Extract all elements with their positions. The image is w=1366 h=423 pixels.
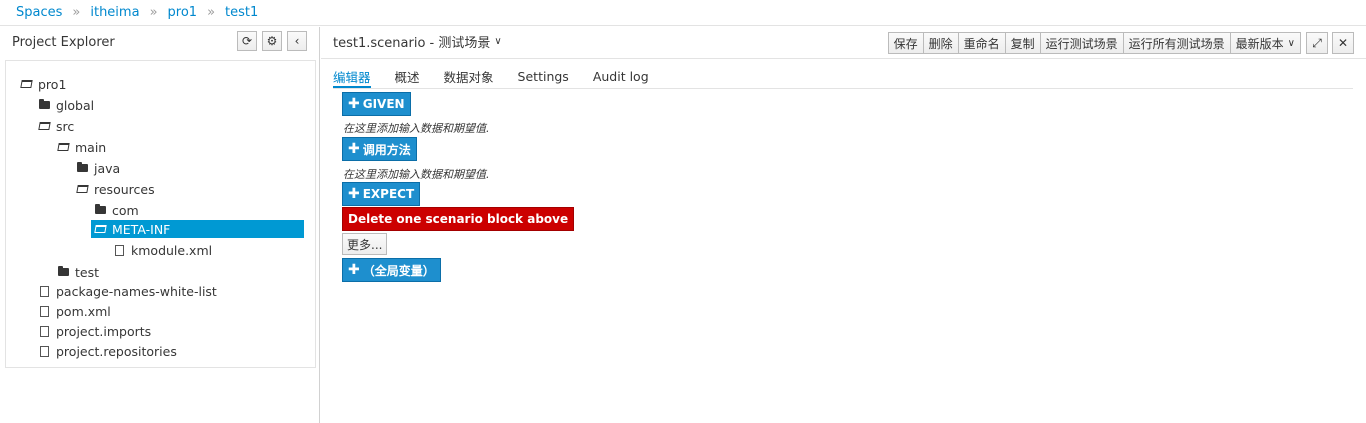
editor-tabs: 编辑器 概述 数据对象 Settings Audit log	[333, 64, 673, 88]
folder-open-icon	[37, 120, 51, 132]
file-icon	[38, 305, 50, 317]
close-button[interactable]: ✕	[1332, 32, 1354, 54]
tab-overview[interactable]: 概述	[395, 64, 420, 88]
add-call-method-button[interactable]: ✚ 调用方法	[342, 137, 417, 161]
breadcrumb: Spaces » itheima » pro1 » test1	[0, 0, 1366, 26]
collapse-button[interactable]: ‹	[287, 31, 307, 51]
run-scenario-button[interactable]: 运行测试场景	[1040, 32, 1124, 54]
more-button[interactable]: 更多...	[342, 233, 388, 255]
breadcrumb-itheima[interactable]: itheima	[90, 5, 139, 20]
tree-item[interactable]: project.imports	[38, 322, 151, 340]
close-icon: ✕	[1337, 36, 1349, 50]
save-button[interactable]: 保存	[887, 32, 924, 54]
file-icon	[113, 244, 125, 256]
maximize-button[interactable]: ⤢	[1306, 32, 1328, 54]
tree-item[interactable]: com	[94, 201, 139, 219]
tree-item[interactable]: pro1	[19, 75, 66, 93]
tree-item[interactable]: java	[76, 159, 120, 177]
file-icon	[38, 325, 50, 337]
add-given-button[interactable]: ✚ GIVEN	[342, 92, 411, 116]
copy-button[interactable]: 复制	[1005, 32, 1041, 54]
explorer-title: Project Explorer	[12, 34, 115, 50]
delete-scenario-block-button[interactable]: Delete one scenario block above	[342, 207, 575, 231]
call-method-hint: 在这里添加输入数据和期望值.	[343, 168, 490, 181]
editor-toolbar: 保存 删除 重命名 复制 运行测试场景 运行所有测试场景 最新版本 ∨ ⤢ ✕	[887, 32, 1354, 54]
given-hint: 在这里添加输入数据和期望值.	[343, 122, 490, 135]
tab-settings[interactable]: Settings	[518, 64, 569, 88]
tree-item[interactable]: resources	[75, 180, 155, 198]
tab-editor[interactable]: 编辑器	[333, 64, 371, 88]
folder-icon	[38, 99, 50, 111]
editor-panel: test1.scenario - 测试场景 ∨ 保存 删除 重命名 复制 运行测…	[321, 27, 1366, 423]
plus-icon: ✚	[348, 186, 360, 202]
add-expect-button[interactable]: ✚ EXPECT	[342, 182, 421, 206]
plus-icon: ✚	[348, 96, 360, 112]
breadcrumb-separator: »	[149, 5, 158, 20]
add-global-variables-button[interactable]: ✚ （全局变量）	[342, 258, 441, 282]
delete-button[interactable]: 删除	[923, 32, 959, 54]
latest-version-dropdown[interactable]: 最新版本 ∨	[1230, 32, 1301, 54]
plus-icon: ✚	[348, 141, 360, 157]
project-tree: pro1 global src main java resources com …	[5, 60, 316, 368]
tree-item[interactable]: kmodule.xml	[113, 241, 212, 259]
folder-open-icon	[19, 78, 33, 90]
breadcrumb-pro1[interactable]: pro1	[168, 5, 198, 20]
folder-open-icon	[75, 183, 89, 195]
editor-title[interactable]: test1.scenario - 测试场景 ∨	[333, 27, 502, 55]
tree-item[interactable]: package-names-white-list	[38, 282, 217, 300]
tree-item[interactable]: main	[56, 138, 106, 156]
divider	[333, 88, 1353, 89]
breadcrumb-separator: »	[72, 5, 81, 20]
project-explorer-panel: Project Explorer ⟳ ⚙ ‹ pro1 global src m…	[0, 27, 320, 423]
refresh-button[interactable]: ⟳	[237, 31, 257, 51]
breadcrumb-test1[interactable]: test1	[225, 5, 258, 20]
expand-icon: ⤢	[1312, 35, 1322, 50]
run-all-scenarios-button[interactable]: 运行所有测试场景	[1123, 32, 1231, 54]
settings-button[interactable]: ⚙	[262, 31, 282, 51]
tree-item[interactable]: project.repositories	[38, 342, 177, 360]
tree-item[interactable]: src	[37, 117, 74, 135]
divider	[321, 58, 1366, 59]
folder-icon	[94, 204, 106, 216]
gear-icon: ⚙	[266, 34, 278, 48]
rename-button[interactable]: 重命名	[958, 32, 1006, 54]
folder-icon	[57, 266, 69, 278]
refresh-icon: ⟳	[241, 34, 253, 48]
tree-item[interactable]: test	[57, 263, 99, 281]
tree-item-selected[interactable]: META-INF	[91, 220, 304, 238]
chevron-down-icon: ∨	[494, 35, 502, 47]
breadcrumb-separator: »	[207, 5, 216, 20]
tree-item[interactable]: global	[38, 96, 94, 114]
chevron-left-icon: ‹	[294, 34, 300, 48]
tree-item[interactable]: pom.xml	[38, 302, 111, 320]
editor-title-text: test1.scenario - 测试场景	[333, 35, 491, 51]
folder-open-icon	[93, 223, 107, 235]
tab-audit-log[interactable]: Audit log	[593, 64, 649, 88]
folder-open-icon	[56, 141, 70, 153]
chevron-down-icon: ∨	[1287, 37, 1295, 49]
folder-icon	[76, 162, 88, 174]
tab-data-objects[interactable]: 数据对象	[444, 64, 494, 88]
file-icon	[38, 345, 50, 357]
explorer-header: Project Explorer ⟳ ⚙ ‹	[0, 27, 319, 57]
breadcrumb-spaces[interactable]: Spaces	[16, 5, 62, 20]
file-icon	[38, 285, 50, 297]
plus-icon: ✚	[348, 262, 360, 278]
